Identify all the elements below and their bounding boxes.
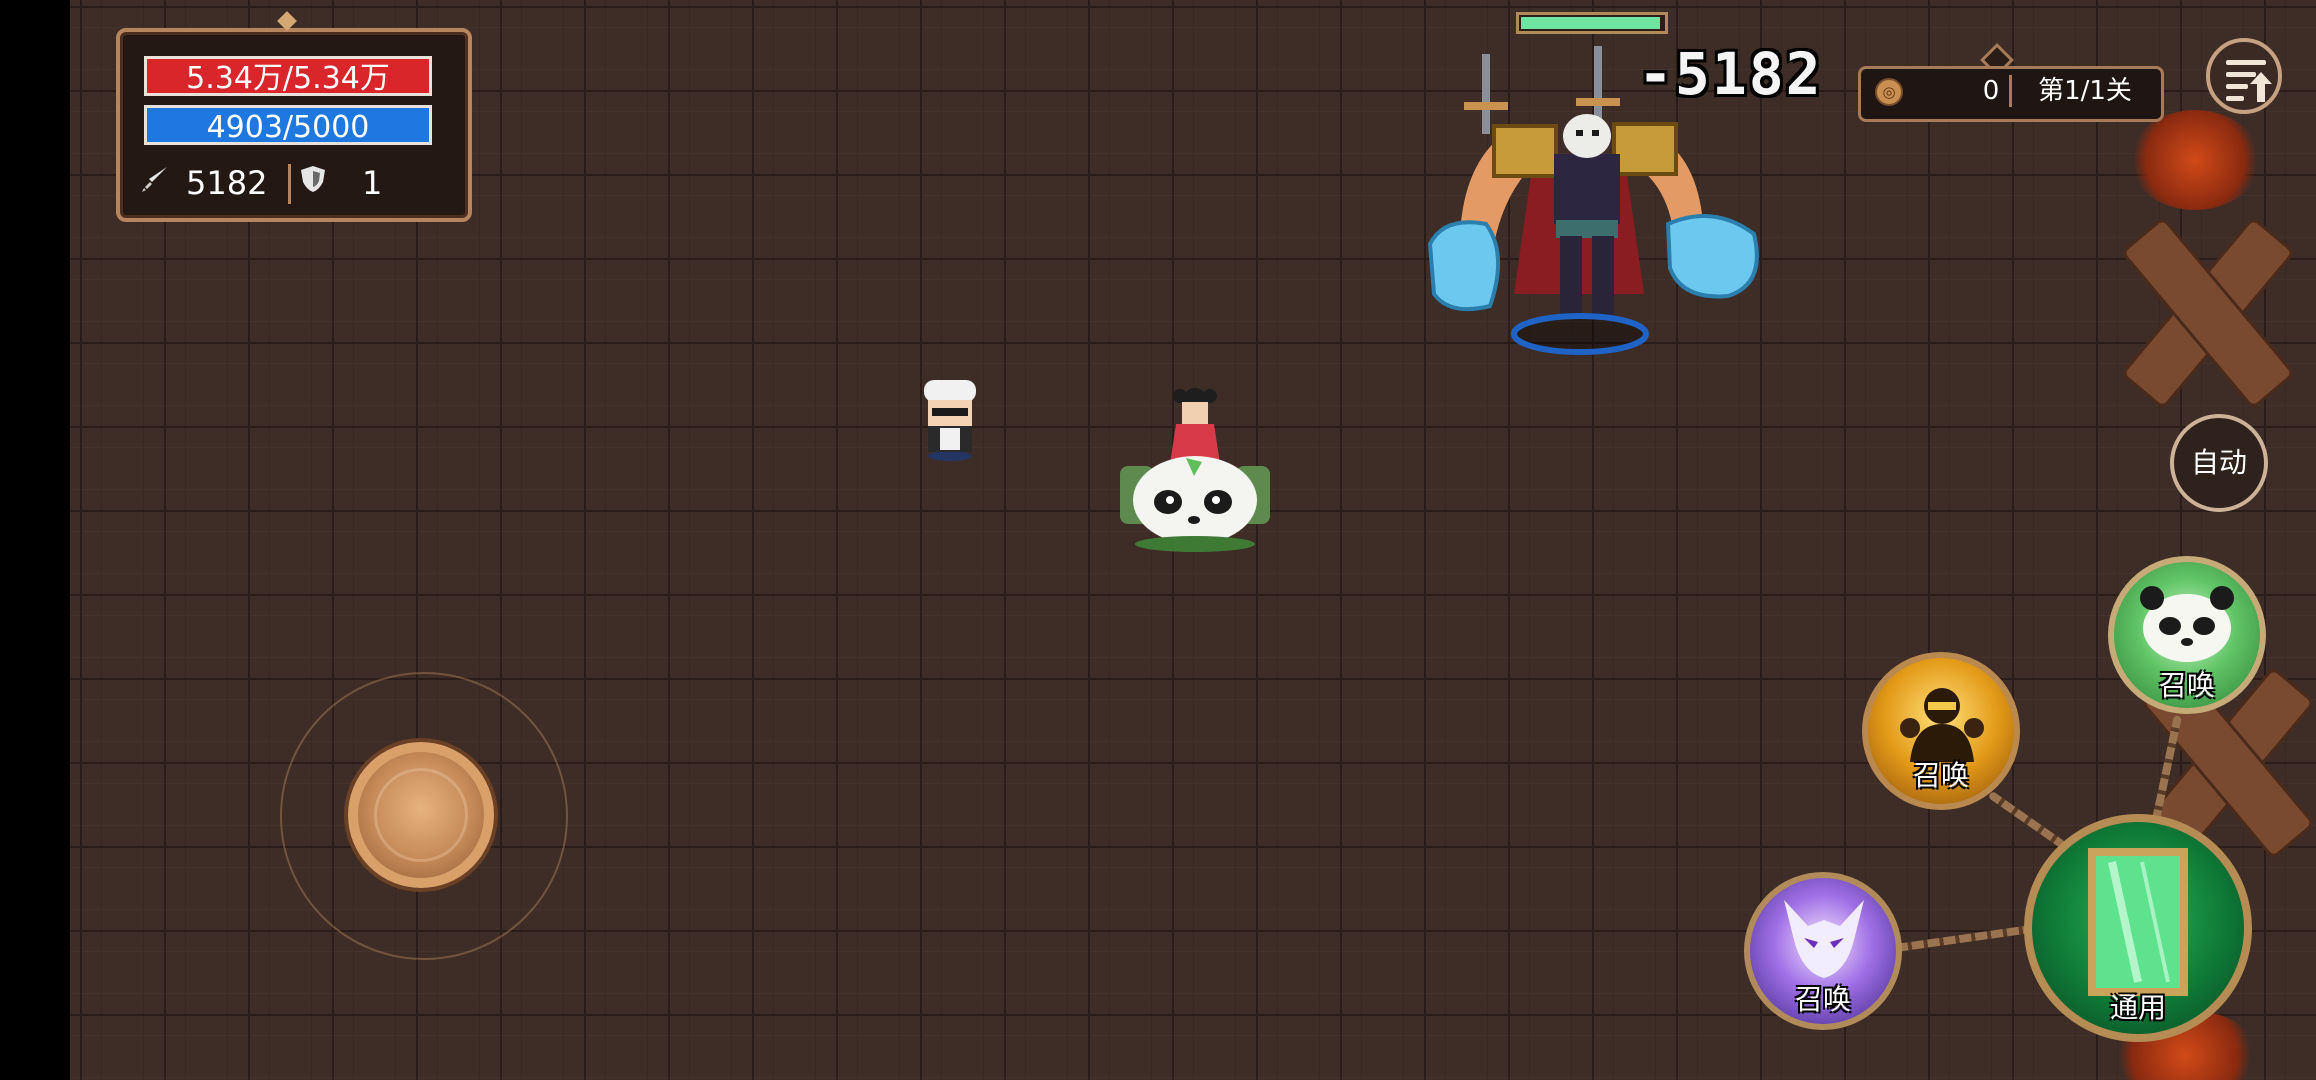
boss-monster[interactable] [1424, 44, 1784, 374]
skill-general-button[interactable]: 通用 [2024, 814, 2252, 1042]
skill-fire-label: 召唤 [1912, 759, 1969, 792]
hp-bar: 5.34万/5.34万 [144, 56, 432, 96]
boss-right-leg [1592, 236, 1614, 316]
boss-hp-fill [1521, 17, 1660, 29]
panda-summon-icon [2140, 586, 2234, 662]
skill-demon-label: 召唤 [1794, 983, 1851, 1016]
player-stats-panel: 5.34万/5.34万 4903/5000 5182 1 [116, 28, 472, 222]
mp-bar: 4903/5000 [144, 105, 432, 145]
skill-general-label: 通用 [2109, 991, 2166, 1024]
defense-stat: 1 [296, 158, 442, 208]
scroll-icon [2088, 848, 2188, 996]
skill-panda-label: 召唤 [2158, 669, 2215, 702]
boss-shoulder-left [1492, 124, 1558, 178]
attack-stat: 5182 [138, 158, 286, 208]
ally-chef-character[interactable] [914, 372, 986, 462]
coin-icon: ◎ [1875, 78, 1903, 106]
sword-icon [138, 160, 172, 210]
boss-skull-head [1563, 114, 1611, 158]
fire-warrior-summon-icon [1900, 688, 1984, 762]
boss-hp-bar [1516, 12, 1668, 34]
level-divider [2009, 75, 2012, 107]
boss-left-fist [1427, 220, 1500, 312]
boss-left-leg [1560, 236, 1582, 316]
boss-right-fist [1665, 214, 1759, 299]
boss-sword-left [1482, 54, 1490, 134]
skill-fire-summon-button[interactable]: 召唤 [1862, 652, 2020, 810]
level-info-panel: ◎ 0 第1/1关 [1858, 66, 2164, 122]
skill-panda-summon-button[interactable]: 召唤 [2108, 556, 2266, 714]
boss-target-ring [1511, 313, 1649, 355]
defense-value: 1 [362, 164, 383, 202]
menu-button[interactable] [2206, 38, 2282, 114]
joystick-knob-inner [374, 768, 468, 862]
auto-battle-button[interactable]: 自动 [2170, 414, 2268, 512]
skill-demon-summon-button[interactable]: 召唤 [1744, 872, 1902, 1030]
lava-glow-top [2130, 110, 2260, 210]
boss-torso [1554, 154, 1620, 224]
stage-indicator: 第1/1关 [2038, 76, 2132, 106]
attack-value: 5182 [186, 164, 268, 202]
boss-shoulder-right [1612, 122, 1678, 176]
demon-summon-icon [1784, 900, 1864, 978]
stat-divider [288, 164, 291, 204]
player-on-panda-mount[interactable] [1110, 378, 1280, 558]
shield-icon [296, 160, 330, 210]
